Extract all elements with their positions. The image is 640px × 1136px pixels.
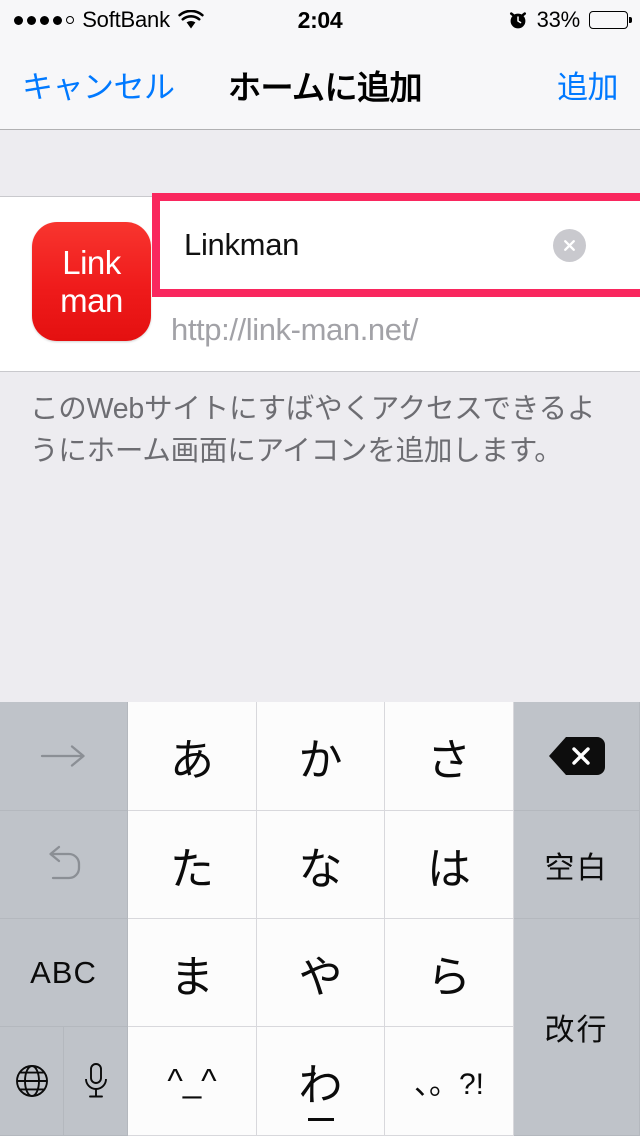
alarm-clock-icon	[508, 10, 528, 30]
key-ya-row[interactable]: や	[257, 919, 385, 1027]
content-area: Link man Linkman http://link-man.net/ この…	[0, 130, 640, 702]
key-ma-row[interactable]: ま	[128, 919, 257, 1027]
key-undo[interactable]	[0, 811, 128, 919]
app-icon-line1: Link	[62, 243, 121, 281]
key-ha-row[interactable]: は	[385, 811, 514, 919]
key-na-row[interactable]: な	[257, 811, 385, 919]
bookmark-entry-card: Link man Linkman http://link-man.net/	[0, 193, 640, 372]
key-emoticon[interactable]: ^_^	[128, 1027, 257, 1136]
add-button[interactable]: 追加	[557, 40, 619, 129]
globe-icon	[15, 1065, 48, 1097]
iphone-screen: SoftBank 2:04 33% キャンセル ホームに追加 追加 Link m…	[0, 0, 640, 1136]
name-field-highlight: Linkman	[152, 193, 640, 297]
key-delete[interactable]	[514, 702, 640, 811]
japanese-kana-keyboard: あ か さ た な は 空白 ABC ま や ら 改行 ^_^ わ 、。?!	[0, 702, 640, 1136]
key-punctuation[interactable]: 、。?!	[385, 1027, 514, 1136]
clock-time: 2:04	[297, 6, 343, 33]
navigation-bar: キャンセル ホームに追加 追加	[0, 40, 640, 130]
page-title: ホームに追加	[227, 68, 423, 106]
status-bar: SoftBank 2:04 33%	[0, 0, 640, 40]
key-space[interactable]: 空白	[514, 811, 640, 919]
name-input[interactable]: Linkman	[184, 201, 299, 289]
description-text: このWebサイトにすばやくアクセスできるようにホーム画面にアイコンを追加します。	[30, 393, 596, 467]
key-ra-row[interactable]: ら	[385, 919, 514, 1027]
key-a-row[interactable]: あ	[128, 702, 257, 811]
battery-percentage: 33%	[536, 7, 581, 32]
key-abc-mode[interactable]: ABC	[0, 919, 128, 1027]
key-next-candidate[interactable]	[0, 702, 128, 811]
microphone-icon	[84, 1063, 107, 1098]
key-ka-row[interactable]: か	[257, 702, 385, 811]
key-return[interactable]: 改行	[514, 919, 640, 1136]
key-ta-row[interactable]: た	[128, 811, 257, 919]
battery-icon	[589, 11, 632, 29]
key-wa-row[interactable]: わ	[257, 1027, 385, 1136]
url-readonly-value: http://link-man.net/	[171, 312, 419, 347]
key-wa-label: わ	[298, 1061, 343, 1110]
status-bar-right: 33%	[508, 0, 632, 40]
clear-icon[interactable]	[553, 229, 586, 262]
key-globe[interactable]	[0, 1027, 64, 1136]
app-icon-preview: Link man	[32, 222, 151, 341]
key-sa-row[interactable]: さ	[385, 702, 514, 811]
key-wa-underscore	[307, 1118, 334, 1121]
app-icon-line2: man	[60, 281, 123, 319]
key-dictation[interactable]	[64, 1027, 128, 1136]
